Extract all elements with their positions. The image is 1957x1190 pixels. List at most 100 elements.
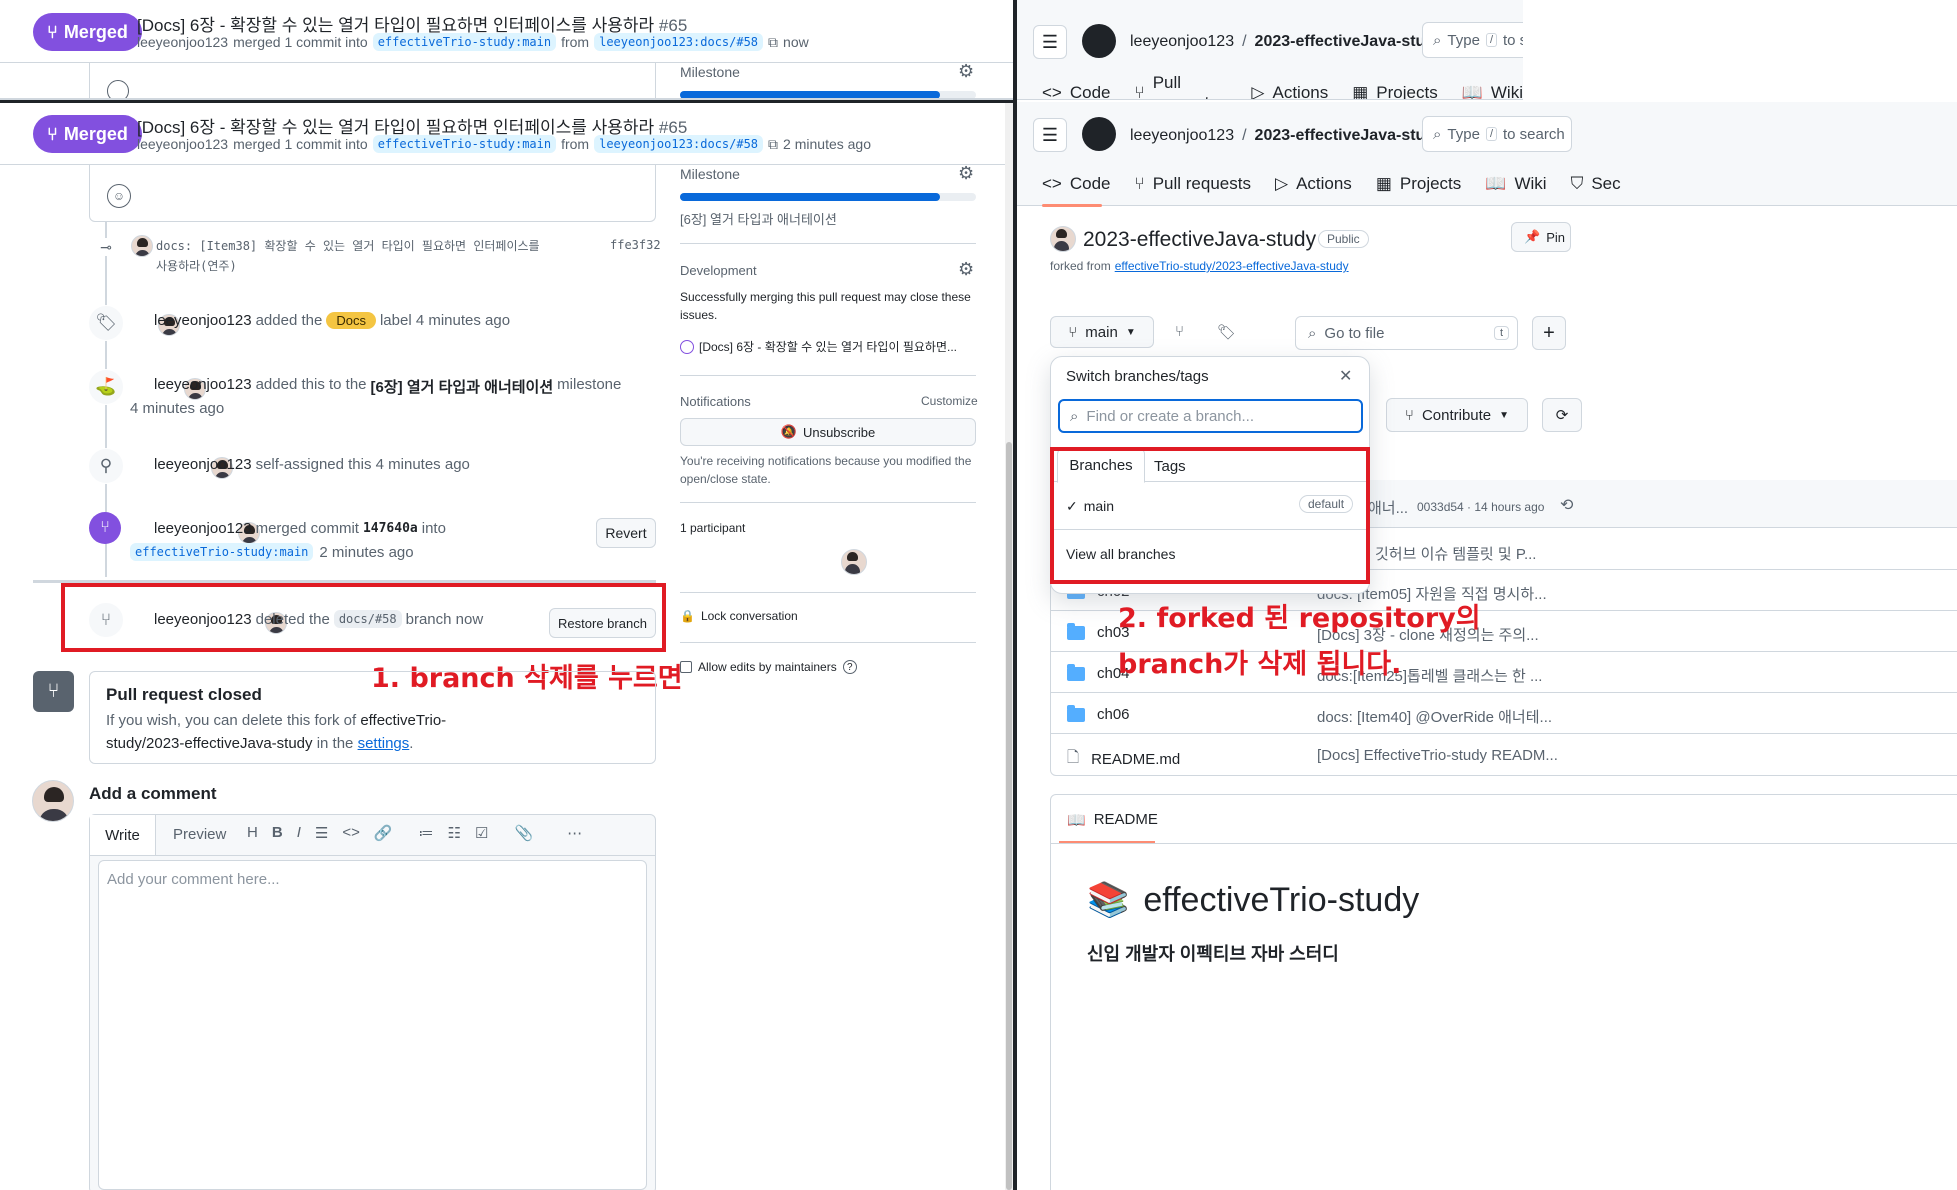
gear-icon[interactable]: ⚙ xyxy=(958,259,974,280)
notification-reason: You're receiving notifications because y… xyxy=(680,454,972,486)
github-logo-icon[interactable] xyxy=(1082,24,1116,58)
user-link[interactable]: leeyeonjoo123 xyxy=(154,611,252,628)
allow-edits-checkbox[interactable] xyxy=(680,661,692,673)
copy-icon[interactable]: ⧉ xyxy=(768,136,778,153)
owner-link[interactable]: leeyeonjoo123 xyxy=(1130,33,1234,51)
pin-button[interactable]: 📌 Pin xyxy=(1511,222,1571,252)
attach-icon[interactable]: 📎 xyxy=(514,824,533,842)
commit-message[interactable]: docs: [Item40] @OverRide 애너테... xyxy=(1317,706,1552,727)
lock-conversation[interactable]: 🔒 Lock conversation xyxy=(680,609,798,623)
scrollbar[interactable] xyxy=(1005,102,1013,1190)
tab-wiki[interactable]: 📖 Wiki xyxy=(1485,174,1546,194)
tag-icon[interactable]: 🏷 xyxy=(1217,323,1236,341)
tab-actions[interactable]: ▷ Actions xyxy=(1275,174,1352,194)
ordered-list-icon[interactable]: ≔ xyxy=(419,824,434,842)
close-icon[interactable]: ✕ xyxy=(1339,366,1352,386)
github-logo-icon[interactable] xyxy=(1082,117,1116,151)
emoji-icon[interactable]: ☺ xyxy=(107,184,131,208)
repo-link[interactable]: 2023-effectiveJava-study xyxy=(1255,127,1444,145)
tab-actions[interactable]: ▷ Actions xyxy=(1251,73,1328,99)
unordered-list-icon[interactable]: ☷ xyxy=(448,824,461,842)
tab-pull-requests[interactable]: ⑂Pull requests xyxy=(1135,73,1228,99)
copy-icon[interactable]: ⧉ xyxy=(768,34,778,51)
search-input[interactable]: ⌕ Type / to search xyxy=(1422,116,1572,152)
code-icon: <> xyxy=(1042,83,1062,100)
commit-message[interactable]: docs: [Item38] 확장할 수 있는 열거 타입이 필요하면 인터페이… xyxy=(156,236,540,276)
owner-link[interactable]: leeyeonjoo123 xyxy=(1130,127,1234,145)
latest-commit-msg[interactable]: 애너... xyxy=(1368,497,1408,518)
user-link[interactable]: leeyeonjoo123 xyxy=(154,520,252,537)
head-branch[interactable]: leeyeonjoo123:docs/#58 xyxy=(594,135,764,153)
emoji-icon[interactable] xyxy=(107,80,129,98)
milestone-name[interactable]: [6장] 열거 타입과 애너테이션 xyxy=(680,209,837,228)
restore-branch-button[interactable]: Restore branch xyxy=(549,608,656,638)
author-link[interactable]: leeyeonjoo123 xyxy=(137,34,228,50)
tab-code[interactable]: <> Code xyxy=(1042,73,1111,100)
tab-projects[interactable]: ▦ Projects xyxy=(1376,174,1461,194)
base-branch[interactable]: effectiveTrio-study:main xyxy=(130,543,314,561)
gear-icon[interactable]: ⚙ xyxy=(958,61,974,82)
file-row[interactable]: ch06 xyxy=(1067,704,1130,723)
tab-preview[interactable]: Preview xyxy=(173,826,226,843)
gear-icon[interactable]: ⚙ xyxy=(958,163,974,184)
unsubscribe-button[interactable]: 🔕 Unsubscribe xyxy=(680,418,976,446)
settings-link[interactable]: settings xyxy=(358,735,410,752)
commit-sha[interactable]: 147640a xyxy=(363,521,418,536)
tab-code[interactable]: <> Code xyxy=(1042,174,1111,194)
quote-icon[interactable]: ☰ xyxy=(315,824,328,842)
tab-pull-requests[interactable]: ⑂Pull requests xyxy=(1135,174,1251,194)
tab-projects[interactable]: ▦ Projects xyxy=(1352,73,1437,99)
revert-button[interactable]: Revert xyxy=(596,518,656,548)
commit-sha[interactable]: ffe3f32 xyxy=(610,238,661,252)
branch-select-button[interactable]: ⑂ main ▼ xyxy=(1050,316,1154,348)
heading-icon[interactable]: H xyxy=(247,824,258,842)
participant-avatar[interactable] xyxy=(841,549,868,575)
code-icon[interactable]: <> xyxy=(342,824,360,842)
branches-icon[interactable]: ⑂ xyxy=(1175,323,1184,340)
label-event: leeyeonjoo123 added the Docs label 4 min… xyxy=(154,312,511,329)
history-icon[interactable]: ⟲ xyxy=(1560,495,1573,515)
add-file-button[interactable]: + xyxy=(1532,316,1566,350)
base-branch[interactable]: effectiveTrio-study:main xyxy=(372,33,557,51)
sync-fork-button[interactable]: ⟳ xyxy=(1542,398,1582,432)
comment-textarea[interactable]: Add your comment here... xyxy=(98,860,647,1190)
docs-label[interactable]: Docs xyxy=(326,312,376,329)
question-icon[interactable]: ? xyxy=(842,660,857,674)
milestone-link[interactable]: [6장] 열거 타입과 애너테이션 xyxy=(371,376,554,397)
bold-icon[interactable]: B xyxy=(272,824,283,842)
file-row[interactable]: 🗋 README.md xyxy=(1067,747,1180,772)
link-icon[interactable]: 🔗 xyxy=(374,824,393,842)
tab-write[interactable]: Write xyxy=(90,815,156,855)
person-icon: ⚲ xyxy=(88,448,124,484)
commit-message[interactable]: 깃허브 이슈 템플릿 및 P... xyxy=(1375,543,1536,564)
readme-tab[interactable]: 📖 README xyxy=(1067,811,1158,829)
folder-icon xyxy=(1067,663,1085,681)
repo-title[interactable]: 2023-effectiveJava-study xyxy=(1083,228,1316,252)
author-link[interactable]: leeyeonjoo123 xyxy=(137,136,228,152)
tab-security[interactable]: ⛉ Sec xyxy=(1571,174,1621,194)
search-input[interactable]: ⌕Type/to s xyxy=(1422,22,1523,58)
tab-wiki[interactable]: 📖 Wiki xyxy=(1462,73,1523,99)
base-branch[interactable]: effectiveTrio-study:main xyxy=(372,135,557,153)
linked-issue[interactable]: [Docs] 6장 - 확장할 수 있는 열거 타입이 필요하면... xyxy=(680,338,957,355)
more-icon[interactable]: ⋯ xyxy=(567,824,582,842)
go-to-file-input[interactable]: ⌕ Go to file t xyxy=(1295,316,1518,350)
customize-link[interactable]: Customize xyxy=(921,394,978,408)
contribute-button[interactable]: ⑂ Contribute ▼ xyxy=(1386,398,1528,432)
user-link[interactable]: leeyeonjoo123 xyxy=(154,456,252,473)
repo-link[interactable]: 2023-effectiveJava-study xyxy=(1255,33,1444,51)
owner-avatar[interactable] xyxy=(1050,226,1076,252)
italic-icon[interactable]: I xyxy=(297,824,301,842)
forked-from-link[interactable]: effectiveTrio-study/2023-effectiveJava-s… xyxy=(1115,259,1349,273)
menu-icon[interactable]: ☰ xyxy=(1033,25,1067,59)
user-link[interactable]: leeyeonjoo123 xyxy=(154,376,252,397)
menu-icon[interactable]: ☰ xyxy=(1033,118,1067,152)
branch-search-input[interactable]: ⌕ Find or create a branch... xyxy=(1058,399,1363,433)
pr-meta: leeyeonjoo123 merged 1 commit into effec… xyxy=(137,33,809,51)
task-list-icon[interactable]: ☑ xyxy=(475,824,488,842)
avatar[interactable] xyxy=(131,235,153,257)
user-link[interactable]: leeyeonjoo123 xyxy=(154,312,252,329)
avatar[interactable] xyxy=(32,780,74,822)
head-branch[interactable]: leeyeonjoo123:docs/#58 xyxy=(594,33,764,51)
commit-message[interactable]: [Docs] EffectiveTrio-study READM... xyxy=(1317,747,1558,764)
